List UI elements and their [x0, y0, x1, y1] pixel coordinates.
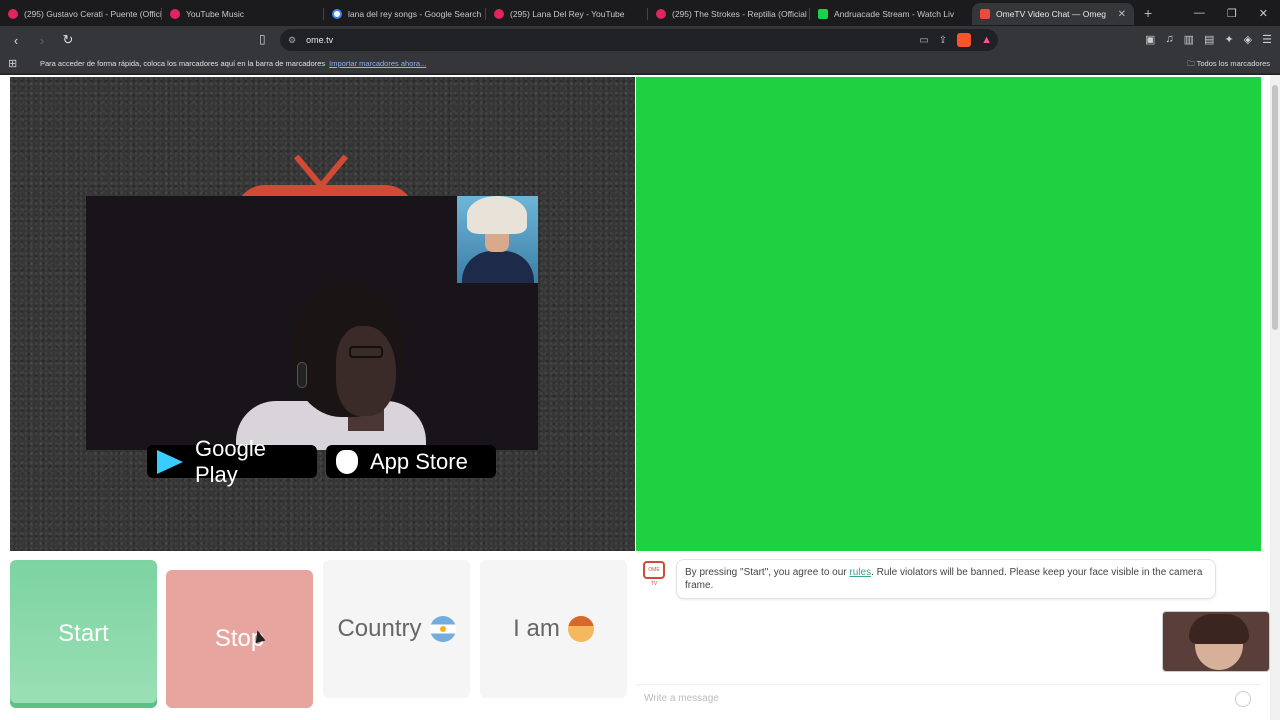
- address-bar[interactable]: ⚙ ome.tv ▭ ⇪ ▲: [280, 29, 998, 51]
- import-bookmarks-link[interactable]: Importar marcadores ahora...: [329, 59, 426, 68]
- gender-button[interactable]: I am: [480, 560, 627, 698]
- youtube-icon: [656, 9, 666, 19]
- ometv-chat-logo-icon: OME TV: [643, 561, 665, 587]
- brave-shields-icon[interactable]: [957, 33, 972, 47]
- brave-rewards-icon[interactable]: ▲: [981, 34, 992, 46]
- argentina-flag-icon: [429, 616, 456, 642]
- page-scrollbar[interactable]: [1270, 75, 1280, 720]
- new-tab-button[interactable]: +: [1134, 5, 1162, 21]
- tab-0[interactable]: (295) Gustavo Cerati - Puente (Offici: [0, 3, 162, 25]
- bookmark-icon[interactable]: ▯: [259, 32, 266, 46]
- tab-4[interactable]: (295) The Strokes - Reptilia (Official: [648, 3, 810, 25]
- browser-toolbar: ‹ › ↻ ▯ ⚙ ome.tv ▭ ⇪ ▲ ▣ ♫ ▥ ▤ ✦ ◈ ☰: [0, 26, 1280, 54]
- tab-title: lana del rey songs - Google Search: [348, 9, 482, 19]
- rules-link[interactable]: rules: [849, 567, 871, 578]
- all-bookmarks-label: Todos los marcadores: [1196, 59, 1270, 68]
- youtube-icon: [494, 9, 504, 19]
- emoji-icon[interactable]: [1235, 691, 1251, 707]
- kick-icon: [818, 9, 828, 19]
- notice-text-before: By pressing "Start", you agree to our: [685, 567, 850, 578]
- forward-icon[interactable]: ›: [32, 33, 52, 48]
- restore-icon[interactable]: ❐: [1227, 7, 1237, 20]
- partner-video-panel: [636, 77, 1261, 551]
- ometv-icon: [980, 9, 990, 19]
- screenshot-icon[interactable]: ▣: [1145, 33, 1155, 46]
- tab-title: OmeTV Video Chat — Omeg: [996, 9, 1106, 19]
- start-label: Start: [58, 620, 109, 647]
- tab-title: (295) Lana Del Rey - YouTube: [510, 9, 625, 19]
- country-button[interactable]: Country: [323, 560, 470, 698]
- sidebar-icon[interactable]: ▥: [1184, 33, 1194, 46]
- wallet-icon[interactable]: ▤: [1204, 33, 1214, 46]
- reload-icon[interactable]: ↻: [58, 32, 78, 48]
- webcam-feed: [86, 196, 538, 450]
- country-label: Country: [337, 615, 422, 642]
- bookmarks-bar: ⊞ Para acceder de forma rápida, coloca l…: [0, 54, 1280, 74]
- tab-1[interactable]: YouTube Music: [162, 3, 324, 25]
- google-play-button[interactable]: Google Play: [147, 436, 317, 487]
- tab-3[interactable]: (295) Lana Del Rey - YouTube: [486, 3, 648, 25]
- bookmarks-hint: Para acceder de forma rápida, coloca los…: [40, 59, 326, 68]
- stop-button[interactable]: Stop: [166, 570, 313, 708]
- glasses-shape: [349, 346, 383, 358]
- close-window-icon[interactable]: ✕: [1259, 7, 1268, 20]
- boy-emoji-icon: [567, 616, 594, 642]
- youtube-icon: [8, 9, 18, 19]
- minimize-icon[interactable]: —: [1194, 7, 1205, 20]
- app-store-button[interactable]: App Store: [326, 445, 496, 478]
- menu-icon[interactable]: ☰: [1262, 33, 1272, 46]
- pip-streamer-cam: [1162, 611, 1270, 672]
- close-tab-icon[interactable]: ✕: [1118, 9, 1126, 20]
- google-play-label: Google Play: [195, 435, 266, 487]
- anime-avatar-image: [457, 196, 538, 283]
- system-notice: By pressing "Start", you agree to our ru…: [676, 559, 1216, 599]
- vpn-icon[interactable]: ◈: [1244, 33, 1252, 46]
- google-icon: [332, 9, 342, 19]
- back-icon[interactable]: ‹: [6, 33, 26, 48]
- site-info-icon[interactable]: ⚙: [288, 35, 296, 46]
- cast-icon[interactable]: ▭: [919, 35, 928, 46]
- headphones-shape: [297, 362, 307, 388]
- tab-2[interactable]: lana del rey songs - Google Search: [324, 3, 486, 25]
- toolbar-right-icons: ▣ ♫ ▥ ▤ ✦ ◈ ☰: [1145, 33, 1272, 46]
- app-store-label: App Store: [370, 448, 468, 474]
- chat-panel: OME TV By pressing "Start", you agree to…: [636, 551, 1270, 720]
- google-play-icon: [157, 449, 183, 474]
- tab-5[interactable]: Andruacade Stream - Watch Liv: [810, 3, 972, 25]
- tab-title: (295) Gustavo Cerati - Puente (Offici: [24, 9, 162, 19]
- tab-title: YouTube Music: [186, 9, 244, 19]
- ometv-page: Google Play App Store Start Stop Country…: [0, 75, 1280, 720]
- window-controls: — ❐ ✕: [1194, 7, 1280, 20]
- extensions-icon[interactable]: ✦: [1224, 33, 1233, 46]
- share-icon[interactable]: ⇪: [939, 35, 947, 46]
- apps-grid-icon[interactable]: ⊞: [8, 57, 20, 70]
- tab-title: (295) The Strokes - Reptilia (Official: [672, 9, 807, 19]
- self-video-panel: Google Play App Store: [10, 77, 635, 551]
- media-icon[interactable]: ♫: [1165, 33, 1173, 46]
- chat-input-placeholder: Write a message: [644, 693, 719, 704]
- tab-bar: (295) Gustavo Cerati - Puente (Offici Yo…: [0, 0, 1280, 26]
- tab-title: Andruacade Stream - Watch Liv: [834, 9, 955, 19]
- tab-6-active[interactable]: OmeTV Video Chat — Omeg ✕: [972, 3, 1134, 25]
- youtube-music-icon: [170, 9, 180, 19]
- i-am-label: I am: [513, 615, 560, 642]
- url-text[interactable]: ome.tv: [306, 35, 333, 45]
- ometv-logo: [230, 151, 420, 225]
- all-bookmarks-button[interactable]: 🗀 Todos los marcadores: [1187, 58, 1270, 71]
- chat-input[interactable]: Write a message: [636, 684, 1261, 712]
- apple-icon: [336, 449, 358, 474]
- start-button[interactable]: Start: [10, 560, 157, 708]
- scrollbar-thumb[interactable]: [1272, 85, 1278, 330]
- folder-icon: 🗀: [1187, 59, 1197, 68]
